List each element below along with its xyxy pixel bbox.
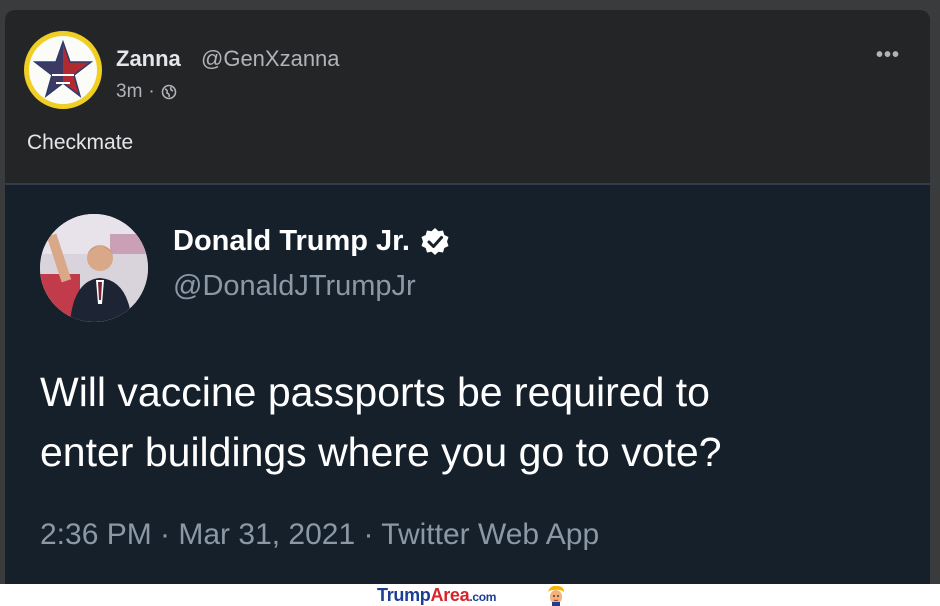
author-handle[interactable]: @GenXzanna xyxy=(201,46,340,72)
screenshot-frame: Zanna @GenXzanna 3m · ••• Checkmate Dona… xyxy=(0,0,940,584)
tweet-text-line-1: Will vaccine passports be required to xyxy=(40,369,710,415)
star-icon xyxy=(32,39,94,98)
brand-suffix: .com xyxy=(469,590,497,604)
brand-part-1: Trump xyxy=(377,585,431,605)
tweet-author-name[interactable]: Donald Trump Jr. xyxy=(173,225,450,258)
verified-badge-icon xyxy=(421,227,449,255)
post-meta: 3m · xyxy=(116,81,177,103)
trump-caricature-icon xyxy=(548,585,564,606)
social-post: Zanna @GenXzanna 3m · ••• Checkmate Dona… xyxy=(5,10,930,584)
author-avatar[interactable] xyxy=(24,31,102,109)
brand-logo[interactable]: TrumpArea.com xyxy=(377,585,496,606)
tweet-author-avatar[interactable] xyxy=(40,214,148,322)
watermark-footer: TrumpArea.com xyxy=(0,584,940,606)
tweet-author-handle[interactable]: @DonaldJTrumpJr xyxy=(173,270,416,303)
tweet-text: Will vaccine passports be required to en… xyxy=(40,362,910,482)
post-text: Checkmate xyxy=(27,131,134,154)
tweet-meta: 2:36 PM · Mar 31, 2021 · Twitter Web App xyxy=(40,518,600,551)
more-options-icon[interactable]: ••• xyxy=(873,44,903,66)
post-timestamp[interactable]: 3m xyxy=(116,81,142,103)
meta-separator: · xyxy=(148,81,155,102)
tweet-author-name-text: Donald Trump Jr. xyxy=(173,225,410,257)
author-name[interactable]: Zanna xyxy=(116,46,181,72)
globe-icon xyxy=(161,84,177,100)
tweet-text-line-2: enter buildings where you go to vote? xyxy=(40,429,722,475)
brand-part-2: Area xyxy=(430,585,470,605)
embedded-tweet[interactable]: Donald Trump Jr. @DonaldJTrumpJr Will va… xyxy=(5,183,930,584)
